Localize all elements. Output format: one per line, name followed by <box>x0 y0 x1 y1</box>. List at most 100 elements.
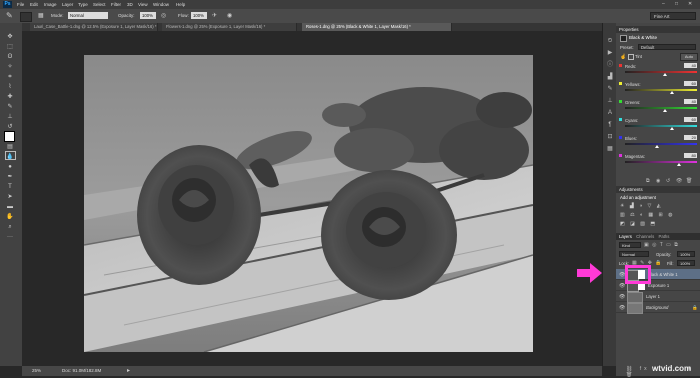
clone-stamp-tool-icon[interactable]: ⊥ <box>3 113 17 122</box>
clone-source-panel-icon[interactable]: ⊥ <box>606 97 614 105</box>
menu-select[interactable]: Select <box>93 2 106 7</box>
layer-name[interactable]: Exposure 1 <box>648 283 669 288</box>
opacity-input[interactable]: 100% <box>140 12 156 19</box>
shape-tool-icon[interactable]: ▬ <box>3 203 17 212</box>
slider-track[interactable] <box>625 71 697 73</box>
tab-roses[interactable]: Roses-1.dng @ 25% (Black & White 1, Laye… <box>302 23 452 31</box>
workspace-select[interactable]: Fine Art <box>650 12 696 20</box>
visibility-eye-icon[interactable]: 👁 <box>619 294 625 300</box>
character-panel-icon[interactable]: A <box>606 109 614 117</box>
tab-layers[interactable]: Layers <box>619 234 632 239</box>
document-canvas-image[interactable] <box>84 55 533 352</box>
view-previous-icon[interactable]: ◉ <box>656 178 660 184</box>
slider-value-input[interactable]: 40 <box>684 99 697 104</box>
hand-tool-icon[interactable]: ✋ <box>3 213 17 222</box>
tint-checkbox[interactable] <box>628 54 634 60</box>
healing-tool-icon[interactable]: ✚ <box>3 93 17 102</box>
layer-filter-icons[interactable]: ▣ ◎ T ▭ ⧉ <box>644 242 679 248</box>
slider-value-input[interactable]: 60 <box>684 81 697 86</box>
tab-channels[interactable]: Channels <box>636 234 654 239</box>
navigator-panel-icon[interactable]: ⊡ <box>606 133 614 141</box>
pressure-size-icon[interactable]: ◉ <box>227 12 232 19</box>
marquee-tool-icon[interactable]: ⬚ <box>3 43 17 52</box>
menu-filter[interactable]: Filter <box>111 2 121 7</box>
tab-flowers[interactable]: Flowers-1.dng @ 25% (Exposure 1, Layer M… <box>162 23 297 31</box>
maximize-button[interactable]: □ <box>675 1 678 7</box>
more-tools-icon[interactable]: ··· <box>3 233 17 242</box>
paragraph-panel-icon[interactable]: ¶ <box>606 121 614 129</box>
quick-mask-icon[interactable] <box>5 151 16 160</box>
adjustments-panel-title[interactable]: Adjustments <box>616 186 700 193</box>
menu-window[interactable]: Window <box>153 2 169 7</box>
properties-panel-title[interactable]: Properties <box>616 26 700 33</box>
slider-track[interactable] <box>625 125 697 127</box>
menu-view[interactable]: View <box>138 2 148 7</box>
move-tool-icon[interactable]: ✥ <box>3 33 17 42</box>
layer-filter-select[interactable]: Kind <box>619 242 641 248</box>
menu-3d[interactable]: 3D <box>127 2 133 7</box>
flow-input[interactable]: 100% <box>191 12 207 19</box>
slider-value-input[interactable]: 80 <box>684 153 697 158</box>
minimize-button[interactable]: – <box>662 1 665 7</box>
pressure-opacity-icon[interactable]: ◎ <box>161 12 166 19</box>
auto-button[interactable]: Auto <box>680 53 698 61</box>
layer-name[interactable]: Black & White 1 <box>648 272 678 277</box>
quick-select-tool-icon[interactable]: ✧ <box>3 63 17 72</box>
slider-track[interactable] <box>625 161 697 163</box>
menu-help[interactable]: Help <box>176 2 185 7</box>
slider-value-input[interactable]: 40 <box>684 63 697 68</box>
slider-track[interactable] <box>625 143 697 145</box>
layer-row-background[interactable]: 👁 Background 🔒 <box>616 302 700 314</box>
layer-row-layer-1[interactable]: 👁 Layer 1 <box>616 291 700 303</box>
menu-type[interactable]: Type <box>78 2 88 7</box>
swatches-panel-icon[interactable]: ▦ <box>606 145 614 153</box>
layer-name[interactable]: Layer 1 <box>646 294 660 299</box>
mode-select[interactable]: Normal <box>68 12 108 19</box>
slider-handle[interactable] <box>669 91 674 94</box>
slider-handle[interactable] <box>669 127 674 130</box>
visibility-icon[interactable]: 👁 <box>676 178 682 184</box>
zoom-level[interactable]: 25% <box>32 368 41 373</box>
adjustment-icons-row-1[interactable]: ☀ ▟ ◑ ▽ ◭ <box>620 203 663 209</box>
layer-name[interactable]: Background <box>646 305 668 310</box>
menu-image[interactable]: Image <box>44 2 57 7</box>
lasso-tool-icon[interactable]: ʘ <box>3 53 17 62</box>
crop-tool-icon[interactable]: ⌗ <box>3 73 17 82</box>
path-select-tool-icon[interactable]: ➤ <box>3 193 17 202</box>
targeted-adjust-icon[interactable]: ☝ <box>620 54 626 60</box>
delete-adjustment-icon[interactable]: 🗑 <box>686 178 692 184</box>
menu-edit[interactable]: Edit <box>30 2 38 7</box>
preset-select[interactable]: Default <box>638 44 696 50</box>
tab-paths[interactable]: Paths <box>658 234 669 239</box>
brush-panel-icon[interactable]: ✎ <box>606 85 614 93</box>
visibility-eye-icon[interactable]: 👁 <box>619 305 625 311</box>
histogram-panel-icon[interactable]: ▟ <box>606 73 614 81</box>
foreground-color-swatch[interactable] <box>4 131 15 142</box>
slider-value-input[interactable]: 60 <box>684 117 697 122</box>
brush-tool-icon[interactable]: ✎ <box>3 103 17 112</box>
eyedropper-tool-icon[interactable]: ⌇ <box>3 83 17 92</box>
pen-tool-icon[interactable]: ✒ <box>3 173 17 182</box>
brush-preset-picker[interactable] <box>20 12 32 22</box>
slider-value-input[interactable]: 20 <box>684 135 697 140</box>
history-panel-icon[interactable]: ⏲ <box>606 37 614 45</box>
clip-to-layer-icon[interactable]: ⧉ <box>646 178 650 184</box>
type-tool-icon[interactable]: T <box>3 183 17 192</box>
slider-track[interactable] <box>625 107 697 109</box>
slider-handle[interactable] <box>662 109 667 112</box>
slider-track[interactable] <box>625 89 697 91</box>
slider-handle[interactable] <box>677 163 681 166</box>
adjustment-icons-row-2[interactable]: ▥ ⚖ ◐ ▦ ⊞ ◍ <box>620 212 674 218</box>
tab-lauri-case-battle[interactable]: Lauri_Case_Battle-1.dng @ 12.5% (Exposur… <box>30 23 158 31</box>
dodge-tool-icon[interactable]: ● <box>3 163 17 172</box>
slider-handle[interactable] <box>655 145 660 148</box>
info-panel-icon[interactable]: ⓘ <box>606 61 614 69</box>
actions-panel-icon[interactable]: ▶ <box>606 49 614 57</box>
blend-mode-select[interactable]: Normal <box>619 251 649 257</box>
reset-icon[interactable]: ↺ <box>666 178 670 184</box>
fill-input[interactable]: 100% <box>677 260 695 266</box>
slider-handle[interactable] <box>662 73 667 76</box>
brush-icon[interactable]: ✎ <box>6 11 13 20</box>
menu-file[interactable]: File <box>17 2 24 7</box>
zoom-tool-icon[interactable]: ⌕ <box>3 223 17 232</box>
